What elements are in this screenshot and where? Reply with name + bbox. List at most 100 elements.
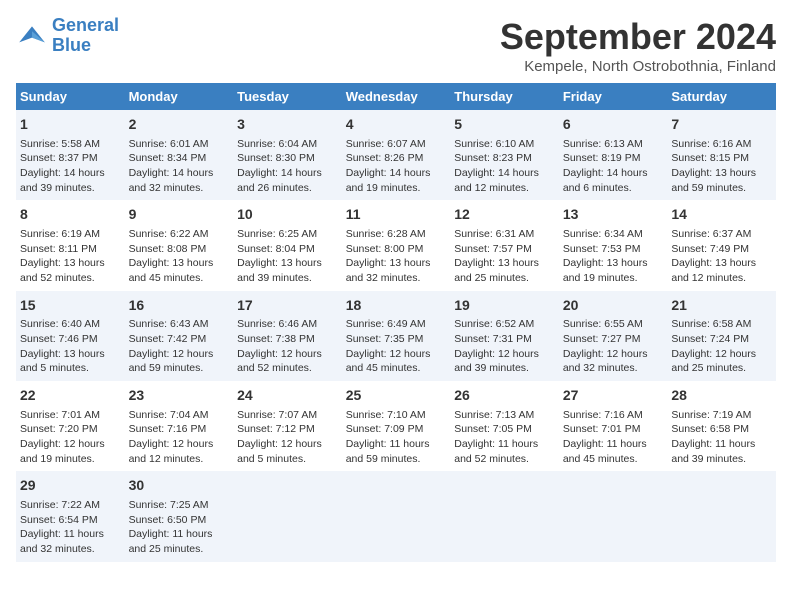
day-number: 27 (563, 386, 664, 406)
day-info: Sunrise: 6:31 AMSunset: 7:57 PMDaylight:… (454, 227, 555, 286)
calendar-cell: 23Sunrise: 7:04 AMSunset: 7:16 PMDayligh… (125, 381, 234, 471)
logo: General Blue (16, 16, 119, 56)
calendar-cell (342, 471, 451, 561)
header-monday: Monday (125, 83, 234, 110)
header-thursday: Thursday (450, 83, 559, 110)
calendar-cell: 12Sunrise: 6:31 AMSunset: 7:57 PMDayligh… (450, 200, 559, 290)
day-number: 12 (454, 205, 555, 225)
day-number: 25 (346, 386, 447, 406)
day-info: Sunrise: 6:49 AMSunset: 7:35 PMDaylight:… (346, 317, 447, 376)
week-row-5: 29Sunrise: 7:22 AMSunset: 6:54 PMDayligh… (16, 471, 776, 561)
calendar-cell: 2Sunrise: 6:01 AMSunset: 8:34 PMDaylight… (125, 110, 234, 200)
day-info: Sunrise: 6:55 AMSunset: 7:27 PMDaylight:… (563, 317, 664, 376)
calendar-cell: 4Sunrise: 6:07 AMSunset: 8:26 PMDaylight… (342, 110, 451, 200)
calendar-cell (559, 471, 668, 561)
day-info: Sunrise: 5:58 AMSunset: 8:37 PMDaylight:… (20, 137, 121, 196)
day-number: 14 (671, 205, 772, 225)
day-number: 4 (346, 115, 447, 135)
day-info: Sunrise: 6:10 AMSunset: 8:23 PMDaylight:… (454, 137, 555, 196)
day-number: 9 (129, 205, 230, 225)
week-row-2: 8Sunrise: 6:19 AMSunset: 8:11 PMDaylight… (16, 200, 776, 290)
calendar-cell: 17Sunrise: 6:46 AMSunset: 7:38 PMDayligh… (233, 291, 342, 381)
day-info: Sunrise: 6:43 AMSunset: 7:42 PMDaylight:… (129, 317, 230, 376)
header-friday: Friday (559, 83, 668, 110)
day-number: 22 (20, 386, 121, 406)
calendar-cell (667, 471, 776, 561)
calendar-cell: 25Sunrise: 7:10 AMSunset: 7:09 PMDayligh… (342, 381, 451, 471)
day-number: 15 (20, 296, 121, 316)
header-tuesday: Tuesday (233, 83, 342, 110)
day-number: 7 (671, 115, 772, 135)
day-info: Sunrise: 7:19 AMSunset: 6:58 PMDaylight:… (671, 408, 772, 467)
day-number: 19 (454, 296, 555, 316)
day-number: 2 (129, 115, 230, 135)
calendar-cell: 27Sunrise: 7:16 AMSunset: 7:01 PMDayligh… (559, 381, 668, 471)
day-info: Sunrise: 6:37 AMSunset: 7:49 PMDaylight:… (671, 227, 772, 286)
day-number: 28 (671, 386, 772, 406)
day-info: Sunrise: 6:01 AMSunset: 8:34 PMDaylight:… (129, 137, 230, 196)
day-info: Sunrise: 6:46 AMSunset: 7:38 PMDaylight:… (237, 317, 338, 376)
day-info: Sunrise: 6:22 AMSunset: 8:08 PMDaylight:… (129, 227, 230, 286)
day-number: 20 (563, 296, 664, 316)
calendar-cell: 11Sunrise: 6:28 AMSunset: 8:00 PMDayligh… (342, 200, 451, 290)
calendar-cell: 5Sunrise: 6:10 AMSunset: 8:23 PMDaylight… (450, 110, 559, 200)
day-number: 29 (20, 476, 121, 496)
calendar-cell (233, 471, 342, 561)
day-info: Sunrise: 6:07 AMSunset: 8:26 PMDaylight:… (346, 137, 447, 196)
header-sunday: Sunday (16, 83, 125, 110)
calendar-cell: 9Sunrise: 6:22 AMSunset: 8:08 PMDaylight… (125, 200, 234, 290)
day-number: 17 (237, 296, 338, 316)
calendar-cell: 13Sunrise: 6:34 AMSunset: 7:53 PMDayligh… (559, 200, 668, 290)
calendar-table: SundayMondayTuesdayWednesdayThursdayFrid… (16, 83, 776, 562)
calendar-cell: 7Sunrise: 6:16 AMSunset: 8:15 PMDaylight… (667, 110, 776, 200)
day-info: Sunrise: 6:04 AMSunset: 8:30 PMDaylight:… (237, 137, 338, 196)
week-row-3: 15Sunrise: 6:40 AMSunset: 7:46 PMDayligh… (16, 291, 776, 381)
day-number: 3 (237, 115, 338, 135)
day-info: Sunrise: 7:22 AMSunset: 6:54 PMDaylight:… (20, 498, 121, 557)
title-block: September 2024 Kempele, North Ostrobothn… (500, 16, 776, 75)
day-number: 5 (454, 115, 555, 135)
calendar-cell: 22Sunrise: 7:01 AMSunset: 7:20 PMDayligh… (16, 381, 125, 471)
day-number: 23 (129, 386, 230, 406)
day-number: 26 (454, 386, 555, 406)
calendar-cell: 14Sunrise: 6:37 AMSunset: 7:49 PMDayligh… (667, 200, 776, 290)
calendar-cell: 24Sunrise: 7:07 AMSunset: 7:12 PMDayligh… (233, 381, 342, 471)
day-number: 1 (20, 115, 121, 135)
day-info: Sunrise: 6:25 AMSunset: 8:04 PMDaylight:… (237, 227, 338, 286)
day-info: Sunrise: 7:13 AMSunset: 7:05 PMDaylight:… (454, 408, 555, 467)
day-info: Sunrise: 6:19 AMSunset: 8:11 PMDaylight:… (20, 227, 121, 286)
day-info: Sunrise: 6:34 AMSunset: 7:53 PMDaylight:… (563, 227, 664, 286)
calendar-cell: 18Sunrise: 6:49 AMSunset: 7:35 PMDayligh… (342, 291, 451, 381)
day-info: Sunrise: 7:16 AMSunset: 7:01 PMDaylight:… (563, 408, 664, 467)
calendar-cell (450, 471, 559, 561)
calendar-cell: 29Sunrise: 7:22 AMSunset: 6:54 PMDayligh… (16, 471, 125, 561)
month-title: September 2024 (500, 16, 776, 58)
calendar-cell: 3Sunrise: 6:04 AMSunset: 8:30 PMDaylight… (233, 110, 342, 200)
page-header: General Blue September 2024 Kempele, Nor… (16, 16, 776, 75)
calendar-cell: 28Sunrise: 7:19 AMSunset: 6:58 PMDayligh… (667, 381, 776, 471)
calendar-cell: 8Sunrise: 6:19 AMSunset: 8:11 PMDaylight… (16, 200, 125, 290)
day-number: 13 (563, 205, 664, 225)
header-saturday: Saturday (667, 83, 776, 110)
calendar-cell: 10Sunrise: 6:25 AMSunset: 8:04 PMDayligh… (233, 200, 342, 290)
day-info: Sunrise: 7:07 AMSunset: 7:12 PMDaylight:… (237, 408, 338, 467)
day-number: 21 (671, 296, 772, 316)
day-info: Sunrise: 6:40 AMSunset: 7:46 PMDaylight:… (20, 317, 121, 376)
logo-text: General Blue (52, 16, 119, 56)
day-info: Sunrise: 6:16 AMSunset: 8:15 PMDaylight:… (671, 137, 772, 196)
day-info: Sunrise: 7:25 AMSunset: 6:50 PMDaylight:… (129, 498, 230, 557)
calendar-cell: 30Sunrise: 7:25 AMSunset: 6:50 PMDayligh… (125, 471, 234, 561)
calendar-cell: 1Sunrise: 5:58 AMSunset: 8:37 PMDaylight… (16, 110, 125, 200)
day-number: 18 (346, 296, 447, 316)
week-row-1: 1Sunrise: 5:58 AMSunset: 8:37 PMDaylight… (16, 110, 776, 200)
logo-icon (16, 20, 48, 52)
day-info: Sunrise: 6:13 AMSunset: 8:19 PMDaylight:… (563, 137, 664, 196)
calendar-cell: 16Sunrise: 6:43 AMSunset: 7:42 PMDayligh… (125, 291, 234, 381)
week-row-4: 22Sunrise: 7:01 AMSunset: 7:20 PMDayligh… (16, 381, 776, 471)
day-number: 11 (346, 205, 447, 225)
day-info: Sunrise: 7:01 AMSunset: 7:20 PMDaylight:… (20, 408, 121, 467)
day-number: 10 (237, 205, 338, 225)
calendar-cell: 6Sunrise: 6:13 AMSunset: 8:19 PMDaylight… (559, 110, 668, 200)
day-number: 8 (20, 205, 121, 225)
calendar-cell: 15Sunrise: 6:40 AMSunset: 7:46 PMDayligh… (16, 291, 125, 381)
